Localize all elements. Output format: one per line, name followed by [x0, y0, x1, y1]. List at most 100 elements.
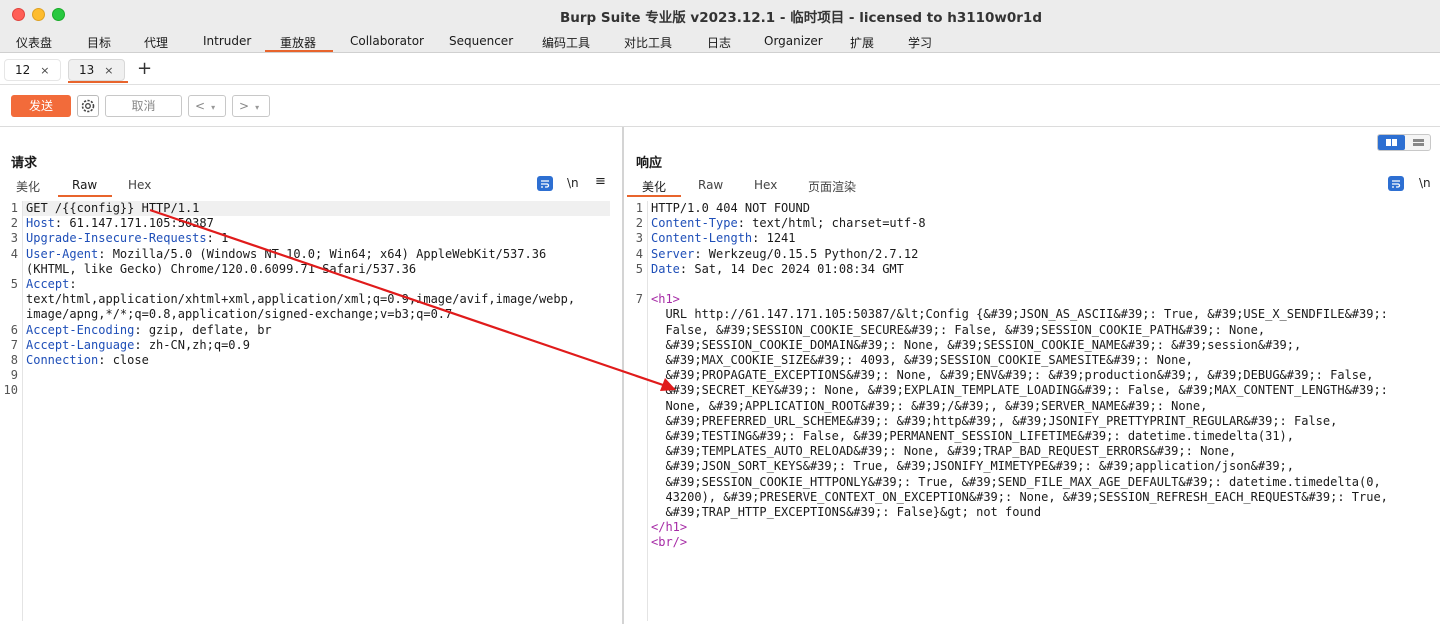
header-value: &#39;PROPAGATE_EXCEPTIONS&#39;: None, &#…	[651, 368, 1374, 383]
response-active-subtab-indicator	[627, 195, 681, 197]
header-name: Content-Type	[651, 216, 738, 231]
header-value: &#39;MAX_COOKIE_SIZE&#39;: 4093, &#39;SE…	[651, 353, 1193, 367]
line-number: 3	[635, 231, 643, 246]
header-value: &#39;PREFERRED_URL_SCHEME&#39;: &#39;htt…	[651, 413, 1338, 428]
header-value: False, &#39;SESSION_COOKIE_SECURE&#39;: …	[651, 322, 1266, 337]
code-line: Content-Length: 1241	[651, 231, 796, 246]
header-value: (KHTML, like Gecko) Chrome/120.0.6099.71…	[26, 261, 417, 276]
line-number: 7	[635, 292, 643, 307]
header-value: : Mozilla/5.0 (Windows NT 10.0; Win64; x…	[98, 246, 547, 261]
request-tab-pretty[interactable]: 美化	[16, 178, 40, 195]
back-icon: <	[195, 99, 206, 113]
header-name: Accept-Language	[26, 337, 135, 352]
code-line: &#39;SESSION_COOKIE_DOMAIN&#39;: None, &…	[651, 338, 1301, 353]
newline-icon[interactable]: \n	[1419, 176, 1435, 191]
tab-intruder[interactable]: Intruder	[203, 34, 251, 48]
response-editor[interactable]: 1 HTTP/1.0 404 NOT FOUND 2 Content-Type: te…	[627, 201, 1440, 621]
code-line: (KHTML, like Gecko) Chrome/120.0.6099.71…	[26, 262, 416, 277]
tab-organizer[interactable]: Organizer	[764, 34, 823, 48]
header-value: : Sat, 14 Dec 2024 01:08:34 GMT	[679, 261, 904, 276]
tab-dashboard[interactable]: 仪表盘	[16, 34, 52, 51]
window-title: Burp Suite 专业版 v2023.12.1 - 临时项目 - licen…	[560, 10, 1042, 26]
code-line: <h1>	[651, 292, 680, 307]
tab-repeater[interactable]: 重放器	[280, 34, 316, 51]
header-value: : close	[98, 353, 149, 367]
close-tab-icon[interactable]: ×	[104, 64, 113, 77]
newline-icon[interactable]: \n	[567, 176, 583, 191]
code-line: <br/>	[651, 535, 687, 550]
close-window-icon[interactable]	[12, 8, 25, 21]
header-value: text/html,application/xhtml+xml,applicat…	[26, 292, 576, 307]
tab-proxy[interactable]: 代理	[144, 34, 168, 51]
tab-logger[interactable]: 日志	[707, 34, 731, 51]
line-number: 2	[10, 216, 18, 231]
send-button[interactable]: 发送	[11, 95, 71, 117]
minimize-window-icon[interactable]	[32, 8, 45, 21]
line-number: 9	[10, 368, 18, 383]
request-tab-raw[interactable]: Raw	[72, 178, 97, 192]
header-name: Server	[651, 246, 695, 261]
header-value: &#39;TESTING&#39;: False, &#39;PERMANENT…	[651, 429, 1294, 443]
active-tab-indicator	[265, 50, 333, 52]
tab-learn[interactable]: 学习	[908, 34, 932, 51]
header-value: : Werkzeug/0.15.5 Python/2.7.12	[694, 246, 919, 261]
repeater-tab-12[interactable]: 12 ×	[4, 59, 61, 81]
tab-target[interactable]: 目标	[87, 34, 111, 51]
repeater-tab-13[interactable]: 13 ×	[68, 59, 125, 81]
response-pane-title: 响应	[636, 156, 663, 171]
header-value: &#39;TEMPLATES_AUTO_RELOAD&#39;: None, &…	[651, 444, 1237, 459]
header-value: URL http://61.147.171.105:50387/&lt;Conf…	[651, 307, 1388, 322]
tab-decoder[interactable]: 编码工具	[542, 34, 590, 51]
layout-toggle[interactable]	[1377, 134, 1431, 151]
close-tab-icon[interactable]: ×	[40, 64, 49, 77]
chevron-down-icon[interactable]: ▾	[211, 103, 215, 112]
header-value: &#39;TRAP_HTTP_EXCEPTIONS&#39;: False}&g…	[651, 505, 1042, 519]
forward-button[interactable]: > ▾	[232, 95, 270, 117]
code-line: Accept-Language: zh-CN,zh;q=0.9	[26, 338, 250, 353]
header-value: &#39;JSON_SORT_KEYS&#39;: True, &#39;JSO…	[651, 459, 1294, 474]
line-number: 4	[10, 246, 18, 261]
request-active-subtab-indicator	[58, 195, 112, 197]
code-line: False, &#39;SESSION_COOKIE_SECURE&#39;: …	[651, 323, 1265, 338]
gutter-separator	[647, 201, 648, 621]
code-line: HTTP/1.0 404 NOT FOUND	[651, 201, 810, 216]
add-tab-button[interactable]: +	[137, 58, 152, 79]
request-editor[interactable]: 1 GET /{{config}} HTTP/1.1 2 Host: 61.147.1…	[0, 201, 620, 621]
tab-sequencer[interactable]: Sequencer	[449, 34, 513, 48]
header-name: Upgrade-Insecure-Requests	[26, 231, 207, 246]
tab-extensions[interactable]: 扩展	[850, 34, 874, 51]
header-value: : gzip, deflate, br	[134, 322, 272, 337]
side-by-side-layout-icon[interactable]	[1378, 135, 1405, 150]
request-tab-hex[interactable]: Hex	[128, 178, 151, 192]
chevron-down-icon[interactable]: ▾	[255, 103, 259, 112]
stacked-layout-icon[interactable]	[1405, 135, 1432, 150]
line-number: 8	[10, 353, 18, 367]
header-name: Accept-Encoding	[26, 322, 135, 337]
header-value: image/apng,*/*;q=0.8,application/signed-…	[26, 307, 453, 322]
header-value: 43200), &#39;PRESERVE_CONTEXT_ON_EXCEPTI…	[651, 489, 1388, 504]
response-tab-pretty[interactable]: 美化	[642, 178, 666, 195]
wrap-lines-icon[interactable]	[537, 176, 553, 191]
tab-collaborator[interactable]: Collaborator	[350, 34, 424, 48]
tab-comparer[interactable]: 对比工具	[624, 34, 672, 51]
pane-divider[interactable]	[622, 127, 624, 624]
back-button[interactable]: < ▾	[188, 95, 226, 117]
zoom-window-icon[interactable]	[52, 8, 65, 21]
gear-icon	[81, 99, 95, 113]
line-number: 4	[635, 246, 643, 261]
code-line: Accept-Encoding: gzip, deflate, br	[26, 323, 272, 338]
response-tab-raw[interactable]: Raw	[698, 178, 723, 192]
header-value: &#39;SESSION_COOKIE_DOMAIN&#39;: None, &…	[651, 337, 1302, 352]
response-tab-render[interactable]: 页面渲染	[808, 178, 856, 195]
hamburger-menu-icon[interactable]: ≡	[595, 174, 611, 189]
title-bar: Burp Suite 专业版 v2023.12.1 - 临时项目 - licen…	[0, 0, 1440, 30]
repeater-tab-label: 12	[15, 63, 31, 77]
code-line: </h1>	[651, 520, 687, 535]
settings-button[interactable]	[77, 95, 99, 117]
active-repeater-tab-indicator	[68, 81, 128, 83]
response-tab-hex[interactable]: Hex	[754, 178, 777, 192]
header-value: &#39;SESSION_COOKIE_HTTPONLY&#39;: True,…	[651, 474, 1381, 489]
wrap-lines-icon[interactable]	[1388, 176, 1404, 191]
line-number: 3	[10, 231, 18, 246]
cancel-button[interactable]: 取消	[105, 95, 182, 117]
